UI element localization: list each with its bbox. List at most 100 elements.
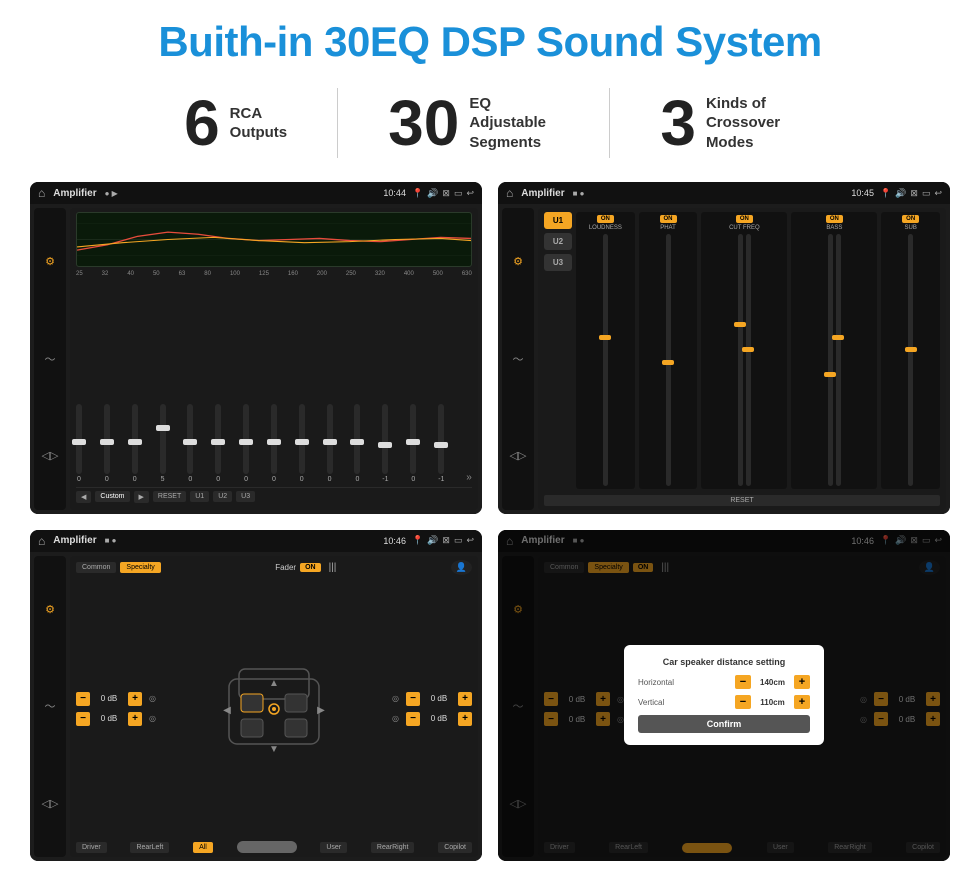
distance-screen: ⌂ Amplifier ■ ● 10:46 📍 🔊 ⊠ ▭ ↩ ⚙ 〜 ◁▷ — [498, 530, 950, 862]
eq-slider-2[interactable]: 0 — [132, 404, 138, 483]
eq-next-btn[interactable]: ▶ — [134, 491, 149, 503]
cross-home-icon[interactable]: ⌂ — [506, 186, 513, 200]
fader-person-icon[interactable]: 👤 — [451, 560, 472, 575]
fader-tab-specialty[interactable]: Specialty — [120, 562, 160, 573]
cross-reset-btn[interactable]: RESET — [544, 495, 940, 506]
cutfreq-slider-f[interactable] — [738, 234, 743, 486]
freq-40: 40 — [127, 271, 134, 277]
cross-battery-icon: ▭ — [922, 188, 931, 199]
stat-rca-number: 6 — [184, 91, 220, 155]
fader-toolbar-eq[interactable]: ⚙ — [45, 603, 55, 616]
db-minus-br[interactable]: − — [406, 712, 420, 726]
eq-slider-8[interactable]: 0 — [299, 404, 305, 483]
fader-slider-h[interactable]: ||| — [329, 562, 337, 573]
db-plus-bl[interactable]: + — [128, 712, 142, 726]
fader-battery-icon: ▭ — [454, 535, 463, 546]
bass-label: BASS — [826, 225, 842, 231]
eq-u1-btn[interactable]: U1 — [190, 491, 209, 502]
cross-toolbar-eq[interactable]: ⚙ — [513, 255, 523, 268]
u1-button[interactable]: U1 — [544, 212, 572, 229]
eq-slider-13[interactable]: -1 — [438, 404, 444, 483]
eq-slider-1[interactable]: 0 — [104, 404, 110, 483]
driver-btn[interactable]: Driver — [76, 842, 107, 853]
bass-slider-f[interactable] — [828, 234, 833, 486]
dialog-horiz-plus[interactable]: + — [794, 675, 810, 689]
fader-range-slider[interactable] — [237, 841, 297, 853]
home-icon[interactable]: ⌂ — [38, 186, 45, 200]
fader-back-icon[interactable]: ↩ — [466, 535, 474, 546]
loudness-module: ON LOUDNESS — [576, 212, 635, 489]
eq-slider-0[interactable]: 0 — [76, 404, 82, 483]
eq-toolbar-vol[interactable]: ◁▷ — [42, 449, 59, 462]
db-plus-br[interactable]: + — [458, 712, 472, 726]
eq-sidebar: ⚙ 〜 ◁▷ — [34, 208, 66, 510]
eq-slider-10[interactable]: 0 — [354, 404, 360, 483]
fader-content: ⚙ 〜 ◁▷ Common Specialty Fader ON ||| 👤 — [30, 552, 482, 862]
db-minus-tr[interactable]: − — [406, 692, 420, 706]
cross-toolbar-vol[interactable]: ◁▷ — [510, 449, 527, 462]
db-plus-tl[interactable]: + — [128, 692, 142, 706]
bass-slider-g[interactable] — [836, 234, 841, 486]
eq-reset-btn[interactable]: RESET — [153, 491, 186, 502]
eq-preset-btn[interactable]: Custom — [95, 491, 129, 502]
cross-toolbar-wave[interactable]: 〜 — [513, 351, 524, 367]
db-value-tr: 0 dB — [423, 694, 455, 703]
eq-slider-7[interactable]: 0 — [271, 404, 277, 483]
eq-u3-btn[interactable]: U3 — [236, 491, 255, 502]
freq-125: 125 — [259, 271, 269, 277]
loudness-on[interactable]: ON — [597, 215, 614, 223]
dialog-horiz-minus[interactable]: − — [735, 675, 751, 689]
rearleft-btn[interactable]: RearLeft — [130, 842, 169, 853]
fader-toolbar-wave[interactable]: 〜 — [45, 698, 56, 714]
eq-slider-3[interactable]: 5 — [160, 404, 166, 483]
fader-on-badge[interactable]: ON — [300, 563, 321, 572]
phat-slider[interactable] — [666, 234, 671, 486]
eq-slider-6[interactable]: 0 — [243, 404, 249, 483]
eq-toolbar-eq[interactable]: ⚙ — [45, 255, 55, 268]
confirm-button[interactable]: Confirm — [638, 715, 810, 733]
fader-toolbar-vol[interactable]: ◁▷ — [42, 797, 59, 810]
sub-slider[interactable] — [908, 234, 913, 486]
car-diagram-svg: ▲ ▼ ◀ ▶ — [209, 654, 339, 764]
db-control-br: ◎ − 0 dB + — [392, 712, 472, 726]
fader-tab-common[interactable]: Common — [76, 562, 116, 573]
eq-prev-btn[interactable]: ◀ — [76, 491, 91, 503]
eq-slider-expand[interactable]: » — [466, 442, 472, 483]
fader-dots: ■ ● — [105, 536, 117, 545]
page-wrapper: Buith-in 30EQ DSP Sound System 6 RCAOutp… — [0, 0, 980, 881]
db-plus-tr[interactable]: + — [458, 692, 472, 706]
db-value-tl: 0 dB — [93, 694, 125, 703]
fader-home-icon[interactable]: ⌂ — [38, 534, 45, 548]
rearright-btn[interactable]: RearRight — [371, 842, 415, 853]
distance-dialog: Car speaker distance setting Horizontal … — [624, 645, 824, 745]
back-icon[interactable]: ↩ — [466, 188, 474, 199]
dialog-vert-plus[interactable]: + — [794, 695, 810, 709]
eq-slider-11[interactable]: -1 — [382, 404, 388, 483]
eq-u2-btn[interactable]: U2 — [213, 491, 232, 502]
db-minus-tl[interactable]: − — [76, 692, 90, 706]
sub-on[interactable]: ON — [902, 215, 919, 223]
loudness-slider[interactable] — [603, 234, 608, 486]
all-btn[interactable]: All — [193, 842, 213, 853]
eq-slider-12[interactable]: 0 — [410, 404, 416, 483]
db-value-bl: 0 dB — [93, 714, 125, 723]
u3-button[interactable]: U3 — [544, 254, 572, 271]
eq-slider-9[interactable]: 0 — [327, 404, 333, 483]
eq-slider-4[interactable]: 0 — [187, 404, 193, 483]
db-minus-bl[interactable]: − — [76, 712, 90, 726]
cross-back-icon[interactable]: ↩ — [934, 188, 942, 199]
eq-slider-5[interactable]: 0 — [215, 404, 221, 483]
eq-content: ⚙ 〜 ◁▷ — [30, 204, 482, 514]
copilot-btn[interactable]: Copilot — [438, 842, 472, 853]
dialog-vert-minus[interactable]: − — [735, 695, 751, 709]
cutfreq-slider-g[interactable] — [746, 234, 751, 486]
user-btn[interactable]: User — [320, 842, 347, 853]
location-icon: 📍 — [412, 188, 423, 199]
freq-250: 250 — [346, 271, 356, 277]
phat-on[interactable]: ON — [660, 215, 677, 223]
cutfreq-on[interactable]: ON — [736, 215, 753, 223]
bass-on[interactable]: ON — [826, 215, 843, 223]
sub-label: SUB — [905, 225, 917, 231]
u2-button[interactable]: U2 — [544, 233, 572, 250]
eq-toolbar-wave[interactable]: 〜 — [45, 351, 56, 367]
